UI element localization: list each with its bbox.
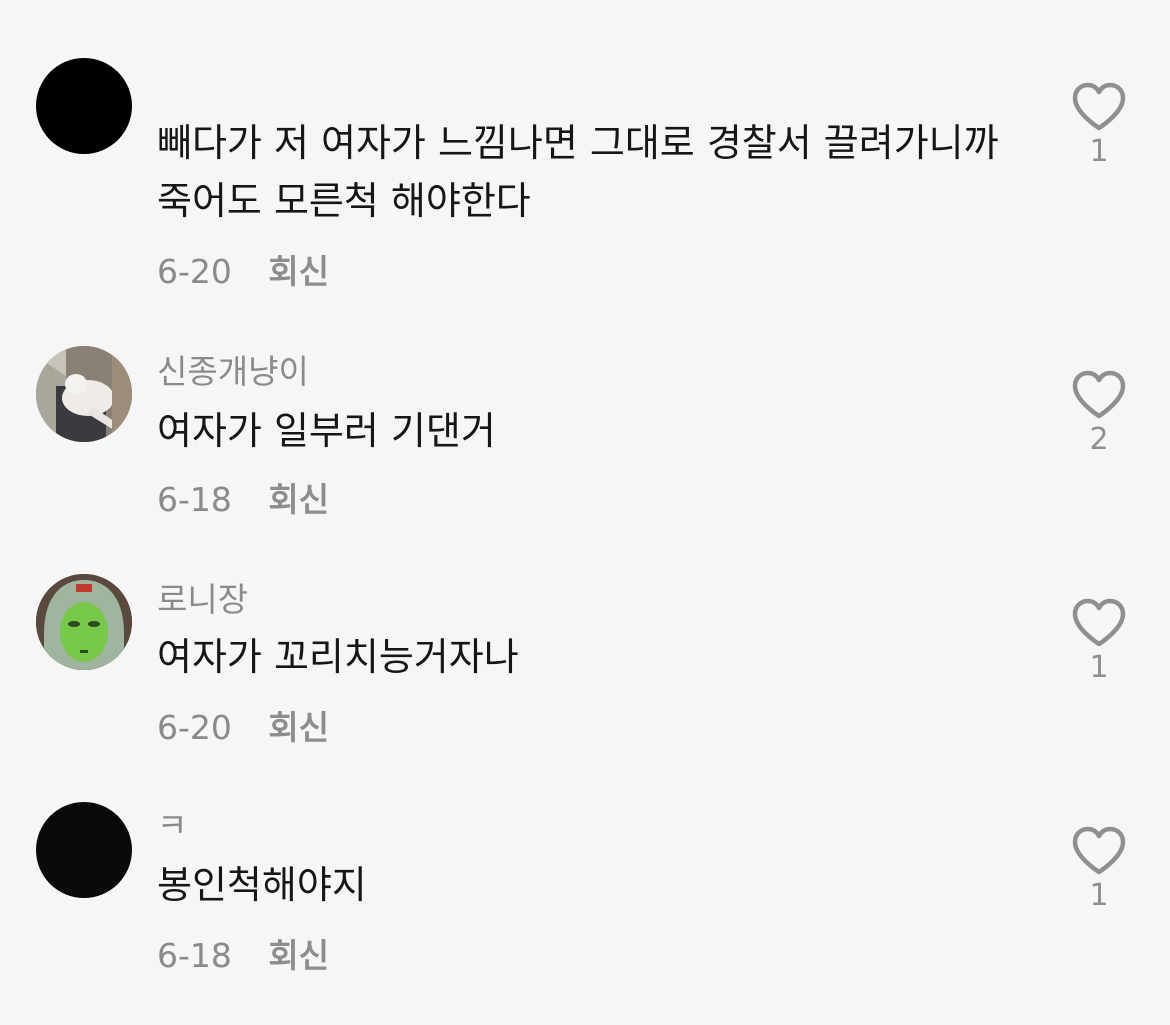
green-mask-helmet-image (36, 574, 132, 670)
comment-author[interactable]: ㅋ (157, 806, 187, 846)
comment-meta: 6-18 회신 (157, 480, 329, 520)
comment-item: ㅋ 봉인척해야지 6-18 회신 1 (0, 780, 1170, 1025)
like-button[interactable]: 1 (1068, 598, 1130, 685)
like-button[interactable]: 1 (1068, 826, 1130, 913)
comment-date: 6-18 (157, 936, 232, 975)
comment-text: 봉인척해야지 (157, 863, 367, 907)
comment-text: 여자가 꼬리치능거자나 (157, 635, 519, 679)
like-button[interactable]: 1 (1068, 82, 1130, 169)
comment-author[interactable]: 신종개냥이 (157, 352, 309, 392)
like-button[interactable]: 2 (1068, 370, 1130, 457)
comment-text: 빼다가 저 여자가 느낌나면 그대로 경찰서 끌려가니까 죽어도 모른척 해야한… (157, 121, 999, 223)
heart-outline-icon (1072, 826, 1126, 875)
comment-item: 빼다가 저 여자가 느낌나면 그대로 경찰서 끌려가니까 죽어도 모른척 해야한… (0, 0, 1170, 320)
comment-meta: 6-20 회신 (157, 252, 329, 292)
comment-date: 6-20 (157, 708, 232, 747)
avatar[interactable] (36, 574, 132, 670)
reply-button[interactable]: 회신 (268, 936, 329, 976)
avatar[interactable] (36, 58, 132, 154)
like-count: 2 (1089, 422, 1109, 457)
comment-meta: 6-20 회신 (157, 708, 329, 748)
comment-item: 로니장 여자가 꼬리치능거자나 6-20 회신 1 (0, 550, 1170, 780)
like-count: 1 (1089, 650, 1109, 685)
avatar[interactable] (36, 346, 132, 442)
reply-button[interactable]: 회신 (268, 708, 329, 748)
comment-date: 6-18 (157, 480, 232, 519)
reply-button[interactable]: 회신 (268, 480, 329, 520)
comment-item: 신종개냥이 여자가 일부러 기댄거 6-18 회신 2 (0, 320, 1170, 550)
reply-button[interactable]: 회신 (268, 252, 329, 292)
like-count: 1 (1089, 134, 1109, 169)
like-count: 1 (1089, 878, 1109, 913)
heart-outline-icon (1072, 82, 1126, 131)
heart-outline-icon (1072, 598, 1126, 647)
comment-text: 여자가 일부러 기댄거 (157, 409, 496, 453)
avatar[interactable] (36, 802, 132, 898)
comment-author[interactable]: 로니장 (157, 580, 248, 620)
comment-date: 6-20 (157, 252, 232, 291)
comment-meta: 6-18 회신 (157, 936, 329, 976)
heart-outline-icon (1072, 370, 1126, 419)
cat-photo-image (36, 346, 132, 442)
